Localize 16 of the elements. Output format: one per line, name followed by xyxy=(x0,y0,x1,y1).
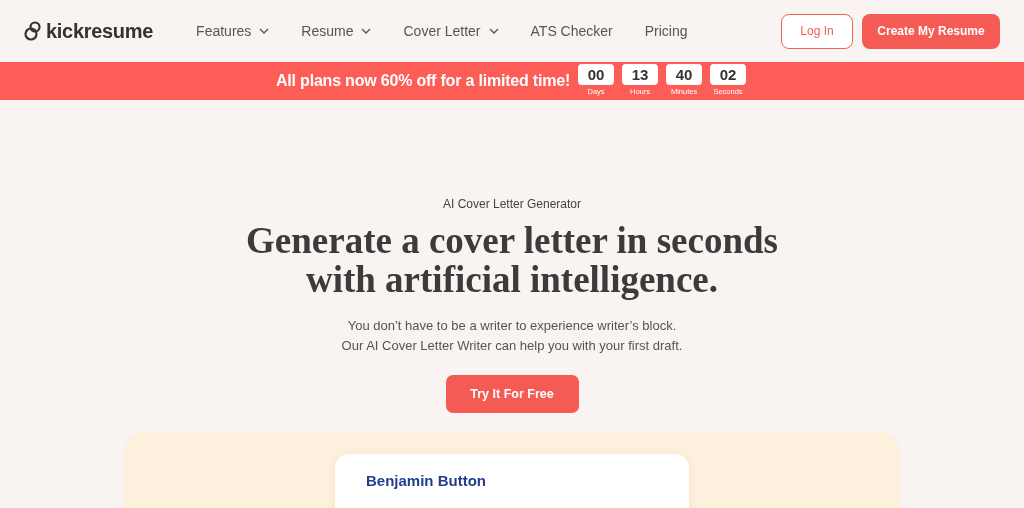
promo-text: All plans now 60% off for a limited time! xyxy=(275,72,571,90)
countdown-value: 13 xyxy=(622,64,659,85)
hero-headline: Generate a cover letter in seconds with artificial intelligence. xyxy=(246,221,778,299)
nav-link[interactable]: ATS Checker xyxy=(515,16,628,46)
countdown-value: 02 xyxy=(710,64,747,85)
logo-icon[interactable] xyxy=(24,21,42,41)
nav-link[interactable]: Features xyxy=(181,16,285,46)
nav-link[interactable]: Pricing xyxy=(629,16,703,46)
nav-link[interactable]: Cover Letter xyxy=(388,16,514,46)
hero-description: You don’t have to be a writer to experience writer’s block. Our AI Cover Letter Writer can help you with your first draft. xyxy=(341,317,683,355)
preview-name: Benjamin Button xyxy=(366,472,486,489)
countdown-value: 40 xyxy=(666,64,703,85)
logo-wordmark[interactable]: kickresume xyxy=(46,19,154,43)
eyebrow-text: AI Cover Letter Generator xyxy=(442,197,582,211)
nav-link[interactable]: Resume xyxy=(286,16,387,46)
countdown-value: 00 xyxy=(578,64,615,85)
